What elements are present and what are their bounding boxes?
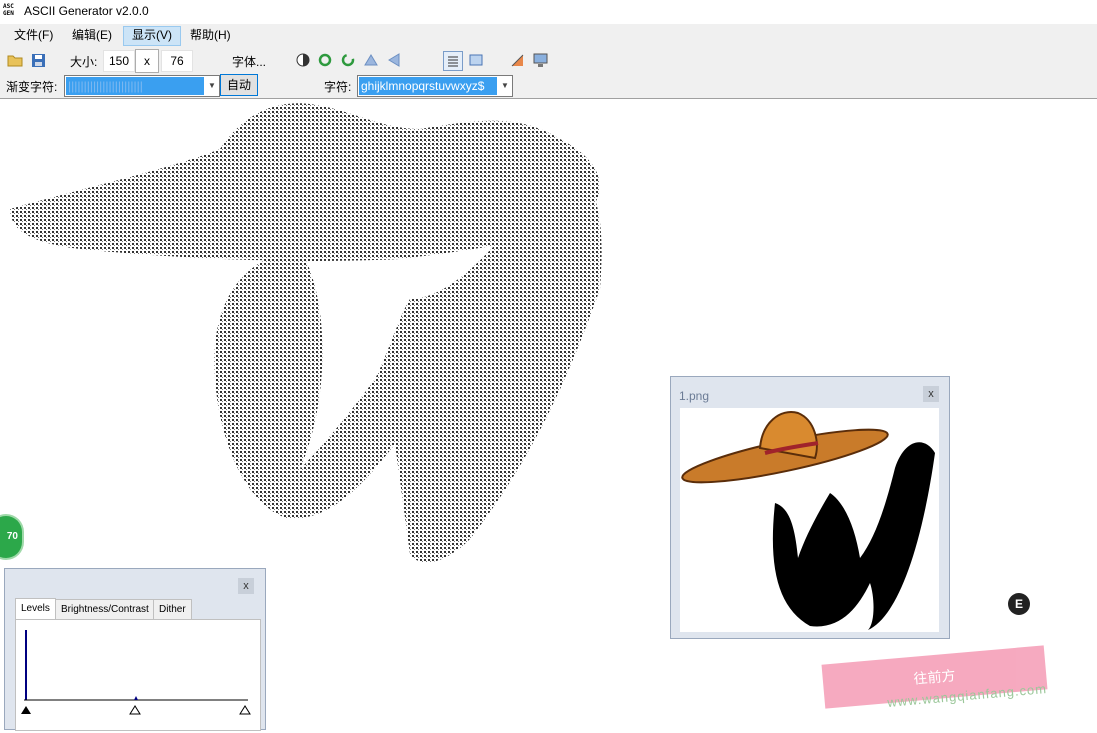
- app-icon: ASC GEN: [3, 3, 14, 17]
- tab-brightness-contrast[interactable]: Brightness/Contrast: [55, 599, 155, 619]
- open-folder-icon[interactable]: [6, 51, 24, 69]
- options-bar: 渐变字符: |||||||||||||||||||||||| ▼ 自动 字符: …: [0, 74, 1097, 98]
- width-field[interactable]: 150: [103, 50, 135, 72]
- chars-label: 字符:: [324, 80, 352, 94]
- font-button[interactable]: 字体...: [232, 53, 266, 70]
- close-icon[interactable]: x: [923, 386, 939, 402]
- white-point-slider: [239, 705, 251, 715]
- gamma-slider: [129, 705, 141, 715]
- auto-button[interactable]: 自动: [220, 74, 259, 96]
- menu-view[interactable]: 显示(V): [123, 26, 181, 46]
- gradient-chars-label: 渐变字符:: [6, 80, 58, 94]
- levels-window: x Levels Brightness/Contrast Dither: [4, 568, 266, 731]
- window-title: ASCII Generator v2.0.0: [24, 4, 149, 18]
- side-badge: 70: [0, 516, 22, 558]
- menu-bar: 文件(F) 编辑(E) 显示(V) 帮助(H): [0, 24, 1097, 46]
- levels-panel: [15, 619, 261, 731]
- source-image: [680, 408, 939, 632]
- tab-dither[interactable]: Dither: [153, 599, 192, 619]
- gradient-chars-value: ||||||||||||||||||||||||: [66, 77, 204, 95]
- image-window-title: 1.png: [679, 389, 710, 403]
- rotate-right-icon[interactable]: [316, 51, 334, 69]
- close-icon[interactable]: x: [238, 578, 254, 594]
- save-icon[interactable]: [29, 51, 47, 69]
- black-point-slider: [21, 706, 31, 714]
- size-lock-button[interactable]: x: [135, 49, 159, 73]
- text-view-icon[interactable]: [443, 51, 463, 71]
- e-badge: E: [1008, 593, 1030, 615]
- menu-help[interactable]: 帮助(H): [182, 26, 239, 44]
- menu-edit[interactable]: 编辑(E): [64, 26, 120, 44]
- toolbar: 大小: 150 x 76 字体...: [0, 46, 1097, 74]
- chevron-down-icon[interactable]: ▼: [498, 76, 512, 96]
- flip-horizontal-icon[interactable]: [385, 51, 403, 69]
- tab-levels[interactable]: Levels: [15, 598, 56, 620]
- source-image-window: 1.png x: [670, 376, 950, 639]
- size-label: 大小:: [70, 55, 98, 69]
- colour-output-icon[interactable]: [508, 51, 526, 69]
- invert-icon[interactable]: [294, 51, 312, 69]
- monitor-icon[interactable]: [531, 51, 549, 69]
- flip-vertical-icon[interactable]: [362, 51, 380, 69]
- sombrero-w-image: [681, 411, 935, 630]
- gradient-chars-select[interactable]: |||||||||||||||||||||||| ▼: [64, 75, 220, 97]
- chevron-down-icon[interactable]: ▼: [205, 76, 219, 96]
- title-bar: ASC GEN ASCII Generator v2.0.0: [0, 0, 1097, 24]
- height-field[interactable]: 76: [161, 50, 193, 72]
- menu-file[interactable]: 文件(F): [6, 26, 61, 44]
- image-view-icon[interactable]: [467, 51, 485, 69]
- chars-select[interactable]: ghijklmnopqrstuvwxyz$ ▼: [357, 75, 513, 97]
- histogram: [21, 630, 251, 715]
- rotate-left-icon[interactable]: [339, 51, 357, 69]
- chars-value: ghijklmnopqrstuvwxyz$: [359, 77, 497, 95]
